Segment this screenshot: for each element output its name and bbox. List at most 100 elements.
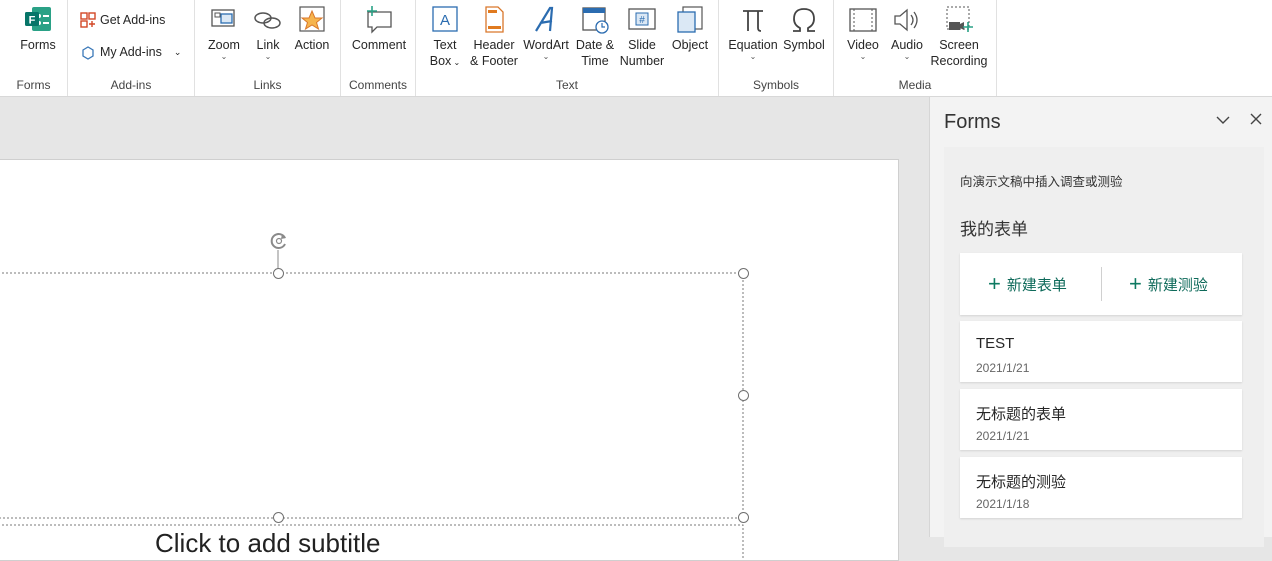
omega-icon	[793, 8, 815, 32]
new-form-button[interactable]: + 新建表单	[988, 253, 1067, 315]
new-buttons-card: + 新建表单 + 新建测验	[960, 253, 1242, 315]
action-button[interactable]: Action	[292, 4, 332, 53]
chevron-down-icon: ⌄	[173, 46, 182, 57]
textbox-button[interactable]: A Text Box ⌄	[425, 4, 465, 71]
date-time-label-line2: Time	[581, 54, 609, 68]
svg-text:F: F	[29, 15, 36, 27]
audio-button[interactable]: Audio ⌄	[887, 4, 927, 61]
links-group: Zoom ⌄ Link ⌄ Action Links	[195, 0, 341, 96]
new-quiz-label: 新建测验	[1147, 276, 1208, 294]
addins-group: Get Add-ins My Add-ins ⌄ Add-ins	[68, 0, 195, 96]
links-group-label: Links	[253, 78, 282, 92]
wordart-button[interactable]: WordArt ⌄	[522, 4, 570, 61]
textbox-label-line2: Box	[429, 54, 452, 68]
media-group-label: Media	[898, 78, 932, 92]
my-addins-button[interactable]: My Add-ins ⌄	[80, 44, 181, 60]
link-icon	[254, 12, 281, 29]
slide[interactable]: Click to add subtitle	[0, 159, 899, 561]
form-title: TEST	[976, 335, 1015, 352]
slide-number-label-line1: Slide	[628, 38, 656, 52]
link-button[interactable]: Link ⌄	[251, 4, 285, 61]
screen-recording-label-line1: Screen	[939, 38, 979, 52]
header-footer-button[interactable]: Header & Footer	[468, 4, 520, 69]
screen-recording-label-line2: Recording	[930, 54, 988, 68]
pane-description: 向演示文稿中插入调查或测验	[960, 175, 1123, 189]
resize-handle[interactable]	[738, 390, 749, 401]
addins-group-label: Add-ins	[110, 78, 152, 92]
store-icon	[80, 12, 96, 28]
subtitle-placeholder[interactable]: Click to add subtitle	[155, 528, 380, 559]
chevron-down-icon[interactable]	[1216, 115, 1230, 125]
chevron-down-icon: ⌄	[859, 52, 867, 61]
wordart-icon	[535, 6, 554, 32]
textbox-icon: A	[432, 6, 458, 32]
ribbon: F Forms Forms Get Add-ins My Add-ins ⌄ A…	[0, 0, 1272, 97]
my-addins-label: My Add-ins	[100, 45, 162, 59]
plus-icon: +	[1129, 271, 1142, 296]
plus-icon: +	[988, 271, 1001, 296]
equation-label: Equation	[728, 38, 778, 52]
slide-canvas: Click to add subtitle	[0, 97, 929, 561]
video-button[interactable]: Video ⌄	[843, 4, 883, 61]
date-time-button[interactable]: Date & Time	[572, 4, 618, 69]
speaker-icon	[894, 8, 918, 32]
new-form-label: 新建表单	[1006, 276, 1067, 294]
chevron-down-icon: ⌄	[542, 52, 550, 61]
text-group-label: Text	[555, 78, 578, 92]
comment-icon	[367, 6, 392, 34]
get-addins-button[interactable]: Get Add-ins	[80, 12, 165, 28]
date-time-label-line1: Date &	[575, 38, 615, 52]
forms-icon: F	[25, 7, 51, 31]
forms-button[interactable]: F Forms	[14, 4, 62, 53]
form-title: 无标题的表单	[976, 406, 1067, 423]
symbols-group: Equation ⌄ Symbol Symbols	[719, 0, 834, 96]
resize-handle[interactable]	[273, 268, 284, 279]
chevron-down-icon: ⌄	[749, 52, 757, 61]
resize-handle[interactable]	[273, 512, 284, 523]
symbols-group-label: Symbols	[752, 78, 799, 92]
pi-icon	[743, 10, 763, 32]
header-footer-label-line1: Header	[473, 38, 515, 52]
forms-pane: Forms 向演示文稿中插入调查或测验 我的表单 + 新建表单 + 新建测验 T…	[929, 97, 1272, 547]
comment-button[interactable]: Comment	[350, 4, 408, 53]
text-group: A Text Box ⌄ Header & Footer WordArt ⌄ D…	[416, 0, 719, 96]
object-icon	[677, 6, 703, 33]
action-label: Action	[294, 38, 330, 52]
comment-label: Comment	[351, 38, 407, 52]
chevron-down-icon: ⌄	[220, 52, 228, 61]
media-group: Video ⌄ Audio ⌄ Screen Recording Media	[834, 0, 997, 96]
addin-icon	[82, 46, 94, 60]
close-icon[interactable]	[1250, 113, 1262, 125]
comments-group: Comment Comments	[341, 0, 416, 96]
divider	[1101, 267, 1102, 301]
list-item[interactable]: TEST 2021/1/21	[960, 321, 1242, 382]
object-button[interactable]: Object	[668, 4, 712, 53]
symbol-button[interactable]: Symbol	[781, 4, 827, 53]
wordart-label: WordArt	[523, 38, 569, 52]
form-date: 2021/1/21	[976, 429, 1030, 443]
resize-handle[interactable]	[738, 512, 749, 523]
form-date: 2021/1/18	[976, 497, 1030, 511]
rotate-handle-icon[interactable]	[268, 230, 290, 252]
pane-title: Forms	[944, 111, 1001, 133]
audio-label: Audio	[891, 38, 923, 52]
list-item[interactable]: 无标题的测验 2021/1/18	[960, 457, 1242, 518]
zoom-button[interactable]: Zoom ⌄	[204, 4, 244, 61]
list-item[interactable]: 无标题的表单 2021/1/21	[960, 389, 1242, 450]
equation-button[interactable]: Equation ⌄	[727, 4, 779, 61]
forms-group-label: Forms	[16, 78, 51, 92]
forms-group: F Forms Forms	[0, 0, 68, 96]
resize-handle[interactable]	[738, 268, 749, 279]
section-title: 我的表单	[960, 220, 1028, 239]
zoom-icon	[211, 9, 235, 27]
new-quiz-button[interactable]: + 新建测验	[1129, 253, 1208, 315]
get-addins-label: Get Add-ins	[100, 13, 166, 27]
screen-recording-button[interactable]: Screen Recording	[930, 4, 988, 69]
selection-frame	[0, 250, 744, 560]
svg-text:#: #	[639, 15, 645, 26]
chevron-down-icon: ⌄	[903, 52, 911, 61]
pane-content: 向演示文稿中插入调查或测验 我的表单 + 新建表单 + 新建测验 TEST 20…	[944, 147, 1264, 547]
slide-number-button[interactable]: # Slide Number	[619, 4, 665, 69]
header-footer-icon	[485, 6, 504, 33]
symbol-label: Symbol	[783, 38, 825, 52]
